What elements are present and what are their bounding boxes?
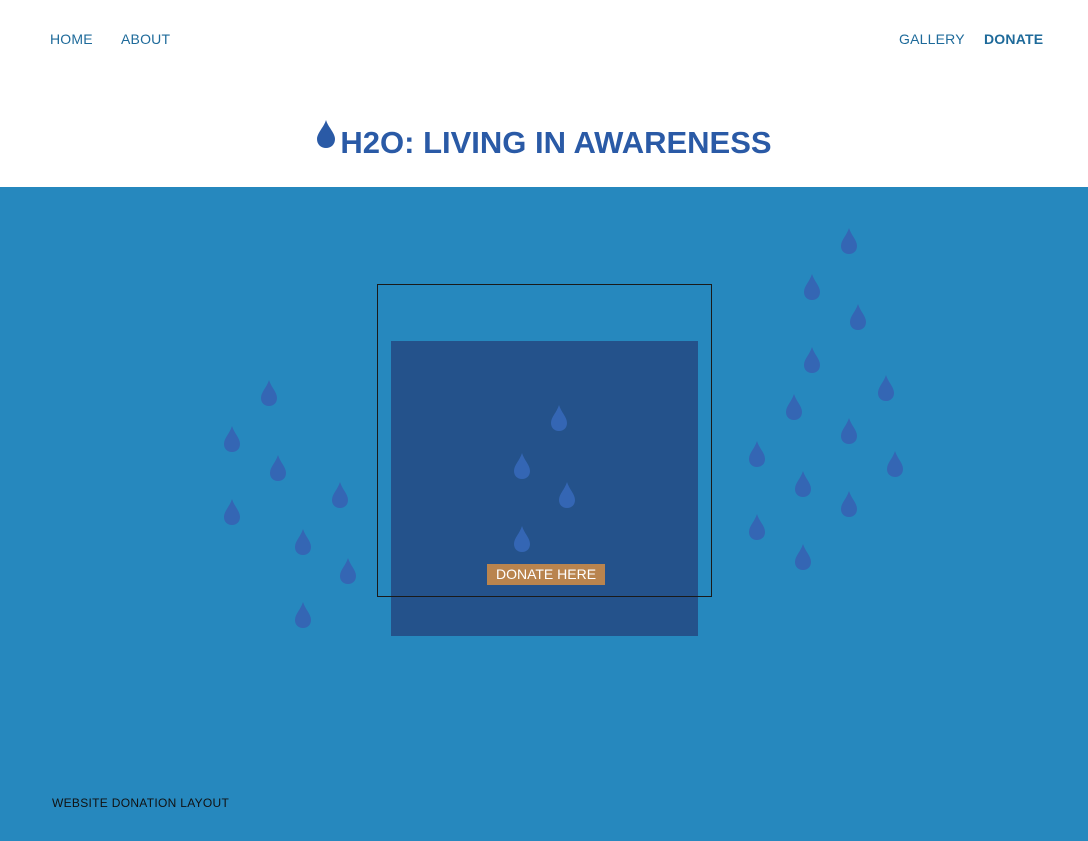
water-drop-icon (840, 417, 858, 445)
water-drop-icon (513, 525, 531, 553)
site-title: H2O: LIVING IN AWARENESS (0, 119, 1088, 165)
water-drop-icon (794, 543, 812, 571)
water-drop-icon (316, 117, 336, 161)
water-drop-icon (803, 346, 821, 374)
water-drop-icon (785, 393, 803, 421)
water-drop-icon (840, 490, 858, 518)
water-drop-icon (849, 303, 867, 331)
water-drop-icon (748, 440, 766, 468)
nav-donate-link[interactable]: DONATE (984, 31, 1043, 47)
water-drop-icon (294, 601, 312, 629)
water-drop-icon (877, 374, 895, 402)
donation-frame (377, 284, 712, 597)
water-drop-icon (840, 227, 858, 255)
water-drop-icon (513, 452, 531, 480)
donate-here-button[interactable]: DONATE HERE (487, 564, 605, 585)
water-drop-icon (260, 379, 278, 407)
water-drop-icon (558, 481, 576, 509)
layout-caption: WEBSITE DONATION LAYOUT (52, 796, 230, 810)
nav-home-link[interactable]: HOME (50, 31, 93, 47)
water-drop-icon (294, 528, 312, 556)
hero-section: DONATE HERE WEBSITE DONATION LAYOUT (0, 187, 1088, 841)
water-drop-icon (886, 450, 904, 478)
nav-about-link[interactable]: ABOUT (121, 31, 170, 47)
water-drop-icon (223, 498, 241, 526)
water-drop-icon (748, 513, 766, 541)
water-drop-icon (803, 273, 821, 301)
water-drop-icon (269, 454, 287, 482)
water-drop-icon (331, 481, 349, 509)
site-header: HOME ABOUT GALLERY DONATE H2O: LIVING IN… (0, 0, 1088, 187)
water-drop-icon (550, 404, 568, 432)
nav-gallery-link[interactable]: GALLERY (899, 31, 965, 47)
water-drop-icon (223, 425, 241, 453)
site-title-text: H2O: LIVING IN AWARENESS (340, 124, 772, 160)
water-drop-icon (794, 470, 812, 498)
water-drop-icon (339, 557, 357, 585)
